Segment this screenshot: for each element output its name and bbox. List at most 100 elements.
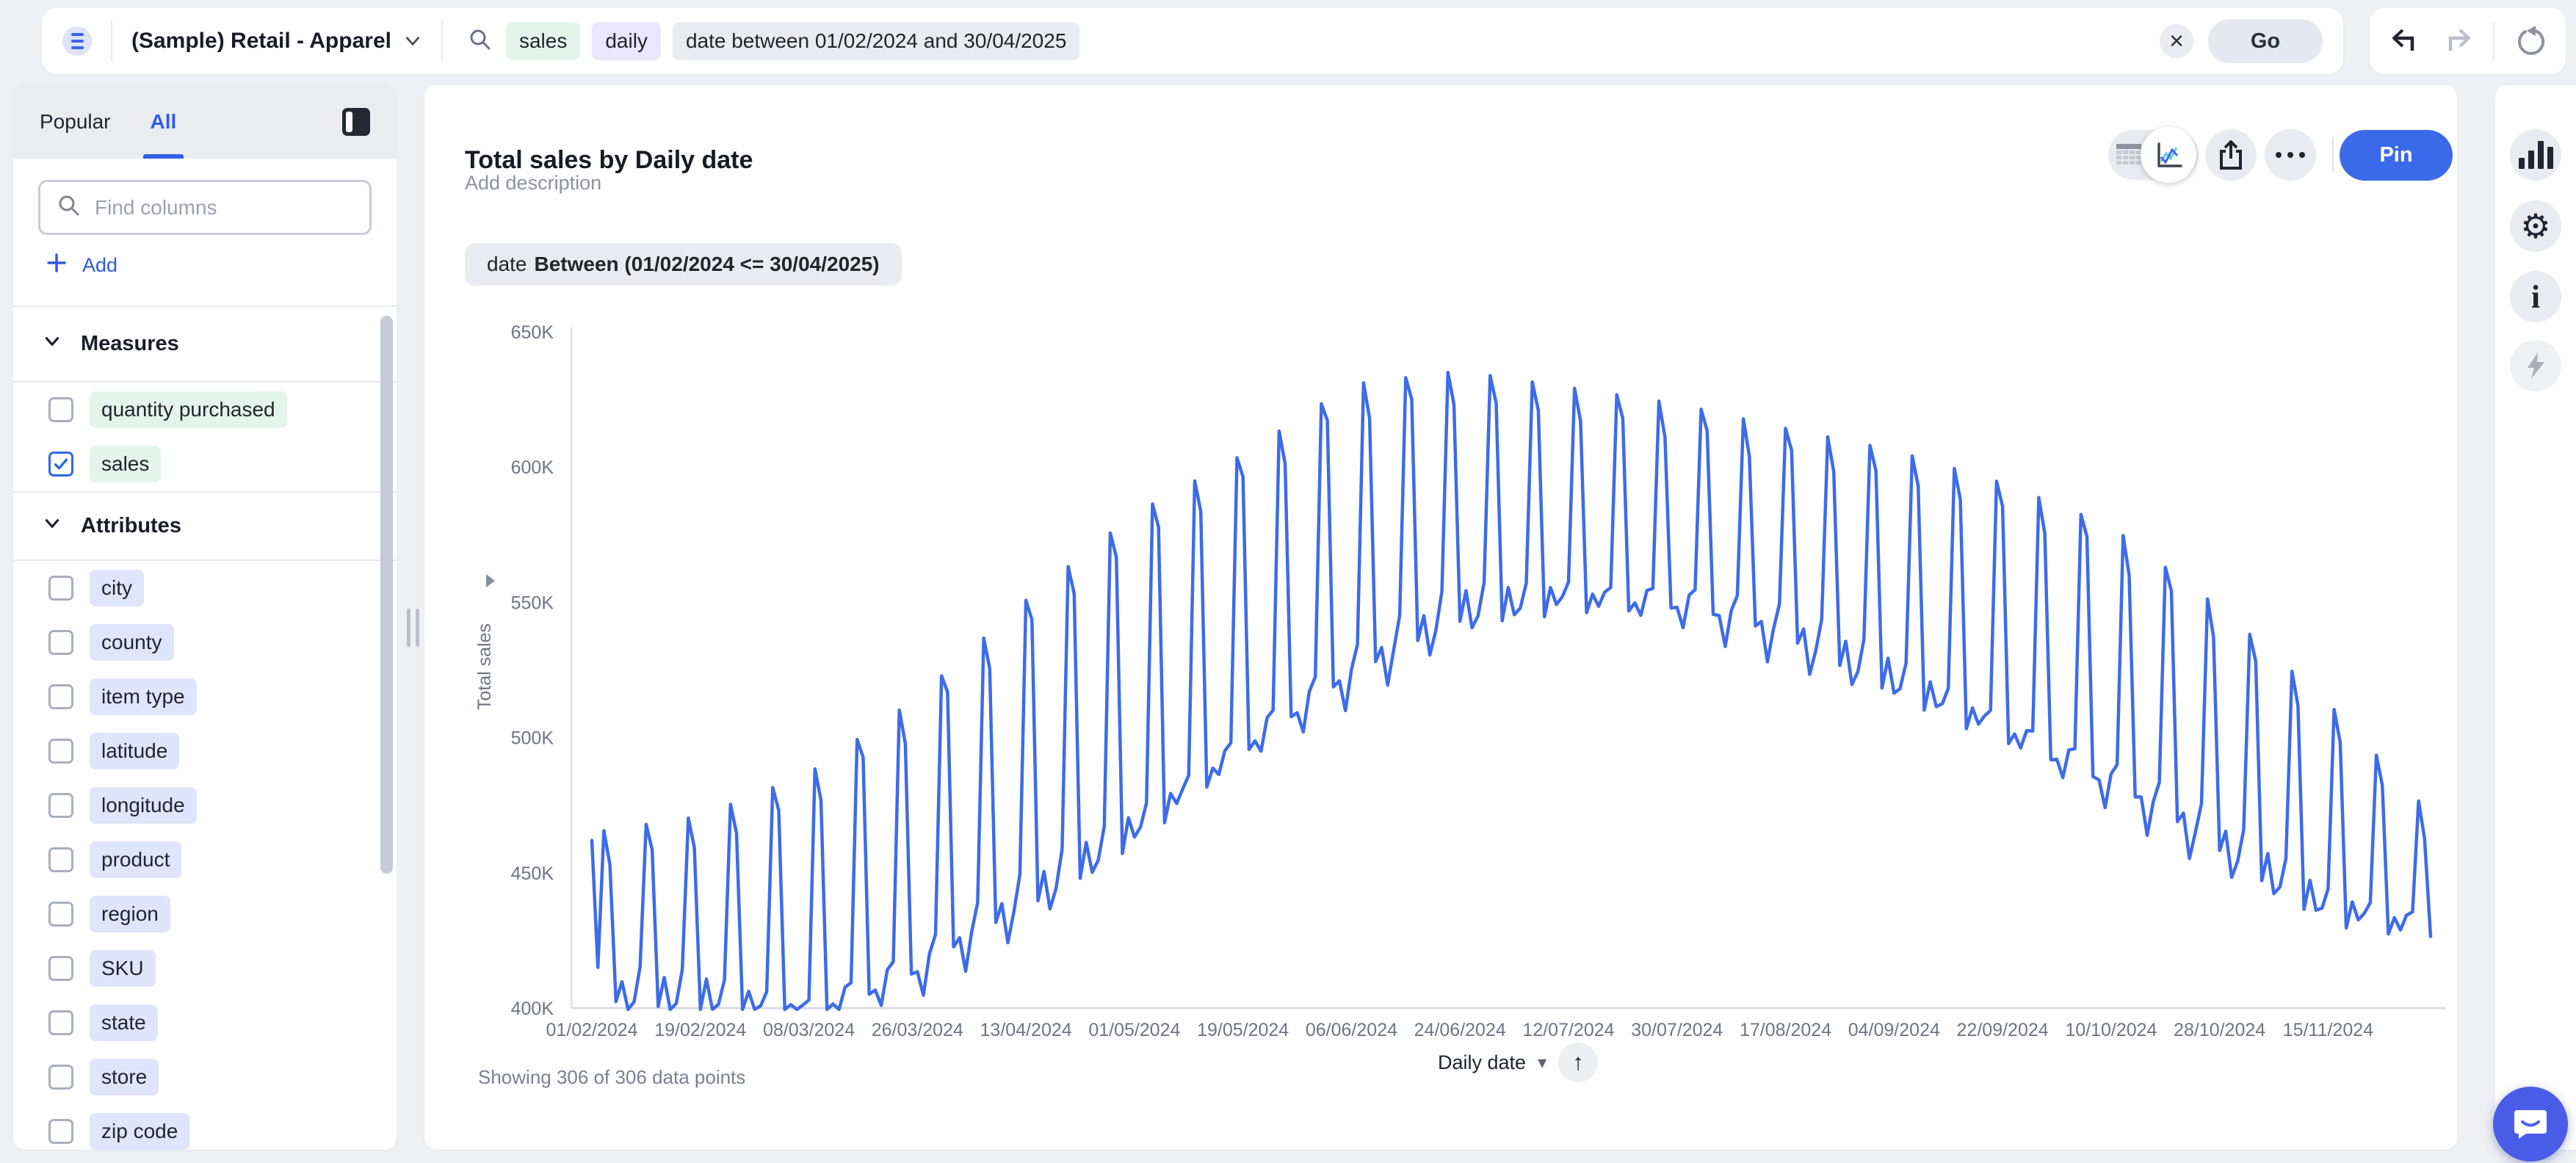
chevron-down-icon [43,514,62,539]
divider [2332,137,2334,173]
column-row: longitude [13,778,397,833]
lightning-icon [2528,352,2544,379]
column-pill[interactable]: longitude [90,787,197,824]
x-axis-field-label[interactable]: Daily date [1438,1051,1526,1074]
hamburger-menu-icon[interactable] [62,26,92,56]
column-row: store [13,1050,397,1104]
column-checkbox[interactable] [48,847,73,872]
svg-text:30/07/2024: 30/07/2024 [1631,1020,1723,1040]
column-pill[interactable]: region [90,896,170,932]
column-pill[interactable]: city [90,570,144,606]
column-checkbox[interactable] [48,1119,73,1144]
column-checkbox[interactable] [48,684,73,709]
app-window: (Sample) Retail - Apparel sales daily date… [0,0,2576,1163]
column-pill[interactable]: product [90,841,182,878]
caret-down-icon[interactable]: ▾ [1538,1052,1546,1073]
pin-button[interactable]: Pin [2340,130,2453,181]
table-view-icon[interactable] [2114,140,2143,170]
column-checkbox[interactable] [48,452,73,477]
sidebar-scrollbar[interactable] [380,316,393,874]
attributes-list: city county item type latitude longitude prod… [13,561,397,1150]
column-pill[interactable]: latitude [90,733,180,769]
find-columns-box [38,180,372,235]
find-columns-input[interactable] [93,195,361,220]
section-label: Attributes [81,514,181,537]
add-label: Add [82,253,118,276]
panel-resize-handle[interactable] [407,609,419,647]
svg-text:550K: 550K [511,593,554,613]
svg-text:450K: 450K [511,863,554,884]
undo-icon[interactable] [2388,24,2422,58]
section-label: Measures [81,332,179,355]
column-row: zip code [13,1104,397,1150]
search-token-filter[interactable]: date between 01/02/2024 and 30/04/2025 [672,22,1080,60]
column-checkbox[interactable] [48,1010,73,1035]
column-row: sales [13,437,397,491]
column-checkbox[interactable] [48,793,73,818]
info-icon[interactable]: i [2510,271,2561,322]
chevron-down-icon [403,32,422,51]
column-pill[interactable]: sales [90,446,162,482]
right-rail: ⚙ i [2495,85,2576,1150]
collapse-panel-icon[interactable] [342,108,370,136]
tab-popular[interactable]: Popular [40,85,111,159]
column-pill[interactable]: county [90,624,174,661]
share-icon[interactable] [2205,129,2257,181]
insights-icon[interactable] [2510,340,2561,391]
column-checkbox[interactable] [48,739,73,764]
clear-search-button[interactable]: × [2160,24,2193,58]
column-row: state [13,996,397,1050]
divider [111,21,112,62]
search-bar[interactable]: sales daily date between 01/02/2024 and 30… [468,22,2160,60]
svg-text:24/06/2024: 24/06/2024 [1414,1020,1506,1040]
svg-text:10/10/2024: 10/10/2024 [2065,1020,2157,1040]
svg-text:400K: 400K [511,999,554,1019]
history-toolbar [2370,8,2566,74]
svg-text:01/02/2024: 01/02/2024 [546,1020,637,1040]
add-column-button[interactable]: Add [46,247,117,283]
chart-type-icon[interactable] [2510,129,2561,181]
tab-all[interactable]: All [142,85,184,159]
chat-launcher[interactable] [2493,1087,2568,1162]
workspace-selector[interactable]: (Sample) Retail - Apparel [131,29,422,54]
column-checkbox[interactable] [48,1065,73,1090]
column-row: city [13,561,397,615]
column-pill[interactable]: state [90,1004,158,1041]
go-button[interactable]: Go [2208,19,2323,63]
view-toggle [2108,127,2199,183]
column-checkbox[interactable] [48,397,73,422]
chart-view-icon[interactable] [2141,127,2196,183]
column-pill[interactable]: quantity purchased [90,391,287,428]
column-checkbox[interactable] [48,902,73,927]
sort-ascending-icon[interactable]: ↑ [1558,1043,1599,1082]
column-pill[interactable]: item type [90,678,197,715]
page-title: Total sales by Daily date [465,145,753,174]
add-description[interactable]: Add description [465,172,601,195]
column-row: latitude [13,724,397,778]
column-pill[interactable]: zip code [90,1113,190,1150]
column-pill[interactable]: store [90,1059,159,1095]
column-checkbox[interactable] [48,576,73,601]
svg-text:01/05/2024: 01/05/2024 [1088,1020,1180,1040]
sales-line-chart[interactable]: 650K 600K 550K 500K 450K 400K Total sales 01/02… [470,316,2453,1050]
column-checkbox[interactable] [48,630,73,655]
refresh-icon[interactable] [2514,24,2547,58]
settings-icon[interactable]: ⚙ [2510,200,2561,252]
section-measures[interactable]: Measures [13,305,397,381]
search-token-measure[interactable]: sales [505,22,581,60]
svg-text:13/04/2024: 13/04/2024 [980,1020,1072,1040]
search-token-keyword[interactable]: daily [592,22,661,60]
filter-chip[interactable]: date Between (01/02/2024 <= 30/04/2025) [465,243,902,286]
more-options-icon[interactable] [2265,129,2316,181]
svg-text:19/02/2024: 19/02/2024 [654,1020,746,1040]
section-attributes[interactable]: Attributes [13,491,397,561]
search-icon [468,27,493,56]
svg-text:12/07/2024: 12/07/2024 [1522,1020,1614,1040]
column-row: quantity purchased [13,383,397,437]
bar-chart-icon [2518,141,2553,169]
redo-icon[interactable] [2441,24,2475,58]
column-row: item type [13,670,397,724]
search-icon [57,193,82,222]
column-pill[interactable]: SKU [90,950,156,987]
column-checkbox[interactable] [48,956,73,981]
